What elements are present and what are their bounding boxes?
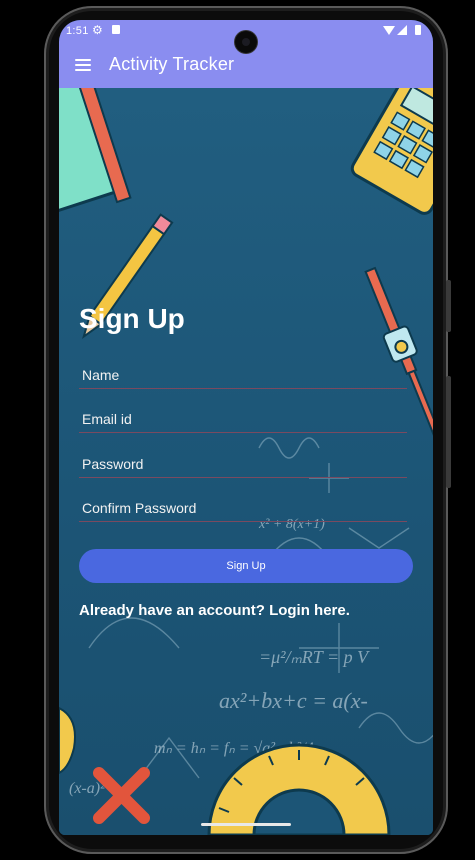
volume-button: [446, 376, 451, 488]
svg-text:ax²+bx+c = a(x-: ax²+bx+c = a(x-: [219, 688, 368, 713]
wifi-icon: [383, 26, 395, 35]
svg-text:=μ²/ₘRT = p V: =μ²/ₘRT = p V: [259, 647, 370, 667]
sign-up-button[interactable]: Sign Up: [79, 549, 413, 583]
email-field[interactable]: [79, 405, 407, 433]
status-time: 1:51: [66, 25, 89, 37]
login-link[interactable]: Already have an account? Login here.: [79, 602, 350, 619]
signal-icon: [397, 25, 407, 35]
app-title: Activity Tracker: [109, 54, 235, 74]
page-title: Sign Up: [79, 303, 185, 334]
battery-icon: [415, 25, 421, 35]
confirm-password-field[interactable]: [79, 494, 407, 522]
power-button: [446, 280, 451, 332]
gear-icon: ⚙: [92, 23, 103, 37]
home-indicator[interactable]: [201, 823, 291, 826]
hamburger-menu-icon[interactable]: [75, 59, 91, 71]
screen: 1:51 ⚙ Activity Tracker ax²+bx+c = a(x- …: [59, 20, 433, 835]
sd-card-icon: [112, 25, 120, 34]
name-field[interactable]: [79, 361, 407, 389]
password-field[interactable]: [79, 450, 407, 478]
front-camera: [235, 31, 257, 53]
